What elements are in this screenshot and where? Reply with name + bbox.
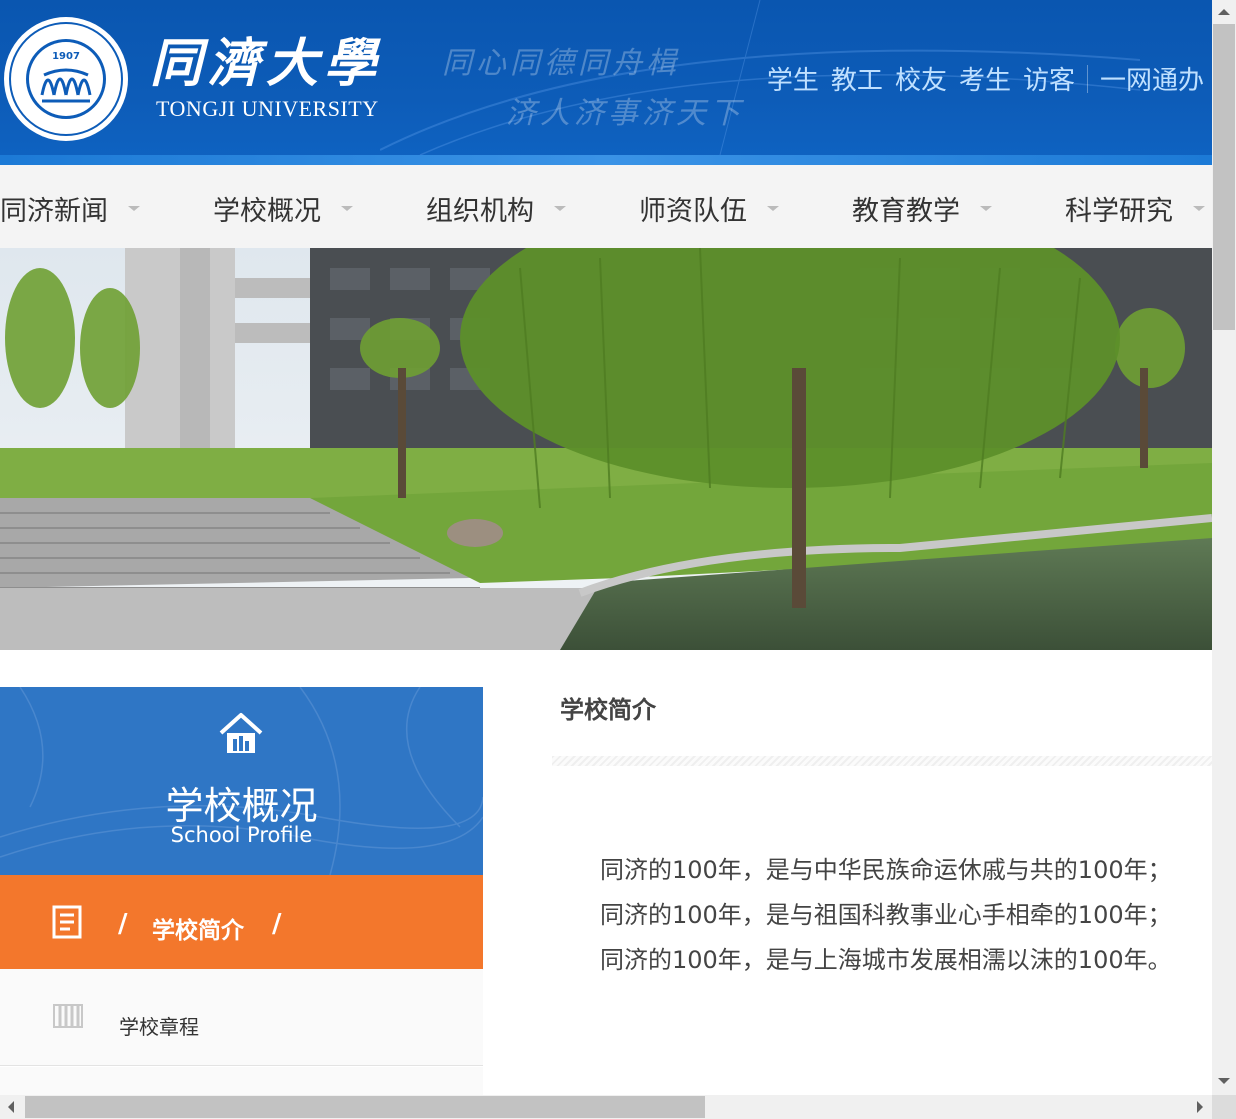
charter-icon bbox=[53, 1004, 83, 1028]
logo-english[interactable]: TONGJI UNIVERSITY bbox=[156, 96, 379, 122]
nav-item-label: 教育教学 bbox=[852, 196, 960, 227]
caret-down-icon bbox=[554, 206, 566, 211]
nav-item-research[interactable]: 科学研究 bbox=[1065, 189, 1205, 228]
document-icon bbox=[52, 905, 82, 939]
browser-viewport: 1907 同濟大學 TONGJI UNIVERSITY 同心同德同舟楫 济人济事… bbox=[0, 0, 1212, 1095]
scroll-right-arrow-icon[interactable] bbox=[1197, 1101, 1203, 1113]
nav-item-news[interactable]: 同济新闻 bbox=[0, 189, 140, 228]
campus-banner-image bbox=[0, 248, 1212, 650]
sidebar-item-label: 学校简介 bbox=[152, 918, 244, 944]
intro-paragraph-1: 同济的100年，是与中华民族命运休戚与共的100年； bbox=[600, 856, 1172, 884]
sidebar-subtitle: School Profile bbox=[170, 823, 313, 847]
caret-down-icon bbox=[341, 206, 353, 211]
scroll-down-arrow-icon[interactable] bbox=[1218, 1078, 1230, 1084]
motto-line-2: 济人济事济天下 bbox=[506, 96, 744, 131]
nav-item-label: 同济新闻 bbox=[0, 196, 108, 227]
tongji-seal-icon[interactable]: 1907 bbox=[2, 15, 130, 143]
caret-down-icon bbox=[767, 206, 779, 211]
scroll-left-arrow-icon[interactable] bbox=[8, 1101, 14, 1113]
link-staff[interactable]: 教工 bbox=[831, 60, 883, 97]
home-icon bbox=[219, 713, 263, 753]
scroll-up-arrow-icon[interactable] bbox=[1218, 9, 1230, 15]
link-students[interactable]: 学生 bbox=[767, 60, 819, 97]
sidebar-item-charter[interactable]: 学校章程 bbox=[0, 969, 483, 1066]
nav-item-label: 师资队伍 bbox=[639, 196, 747, 227]
motto-line-1: 同心同德同舟楫 bbox=[442, 46, 680, 81]
sidebar-header: 学校概况 School Profile bbox=[0, 687, 483, 875]
nav-item-school-profile[interactable]: 学校概况 bbox=[213, 189, 353, 228]
page-title: 学校简介 bbox=[560, 696, 656, 724]
link-separator bbox=[1086, 64, 1088, 93]
nav-item-faculty[interactable]: 师资队伍 bbox=[639, 189, 779, 228]
nav-item-label: 学校概况 bbox=[213, 196, 321, 227]
link-visitors[interactable]: 访客 bbox=[1023, 60, 1075, 97]
item-slash-right: / bbox=[272, 909, 282, 939]
intro-paragraph-3: 同济的100年，是与上海城市发展相濡以沫的100年。 bbox=[600, 946, 1172, 974]
nav-item-label: 组织机构 bbox=[426, 196, 534, 227]
title-divider bbox=[552, 756, 1212, 766]
sidebar-item-school-intro[interactable]: / 学校简介 / bbox=[0, 875, 483, 969]
link-one-stop-portal[interactable]: 一网通办 bbox=[1100, 60, 1204, 97]
nav-item-education[interactable]: 教育教学 bbox=[852, 189, 992, 228]
nav-item-organization[interactable]: 组织机构 bbox=[426, 189, 566, 228]
link-applicants[interactable]: 考生 bbox=[959, 60, 1011, 97]
horizontal-scrollbar-thumb[interactable] bbox=[25, 1096, 705, 1118]
caret-down-icon bbox=[980, 206, 992, 211]
caret-down-icon bbox=[1193, 206, 1205, 211]
site-header: 1907 同濟大學 TONGJI UNIVERSITY 同心同德同舟楫 济人济事… bbox=[0, 0, 1212, 165]
main-navigation: 同济新闻 学校概况 组织机构 师资队伍 教育教学 科学研究 bbox=[0, 165, 1212, 248]
top-quick-links: 学生 教工 校友 考生 访客 一网通办 bbox=[755, 60, 1204, 97]
sidebar-item-partial bbox=[0, 1067, 483, 1095]
scrollbar-corner bbox=[1212, 1095, 1236, 1119]
sidebar-title: 学校概况 bbox=[165, 784, 318, 828]
seal-year: 1907 bbox=[52, 51, 80, 62]
caret-down-icon bbox=[128, 206, 140, 211]
intro-paragraph-2: 同济的100年，是与祖国科教事业心手相牵的100年； bbox=[600, 901, 1172, 929]
nav-item-label: 科学研究 bbox=[1065, 196, 1173, 227]
link-alumni[interactable]: 校友 bbox=[895, 60, 947, 97]
header-bottom-stripe bbox=[0, 155, 1212, 165]
sidebar-item-label: 学校章程 bbox=[119, 1015, 199, 1039]
vertical-scrollbar-thumb[interactable] bbox=[1213, 24, 1235, 330]
logo-chinese[interactable]: 同濟大學 bbox=[150, 34, 382, 94]
item-slash-left: / bbox=[118, 909, 128, 939]
